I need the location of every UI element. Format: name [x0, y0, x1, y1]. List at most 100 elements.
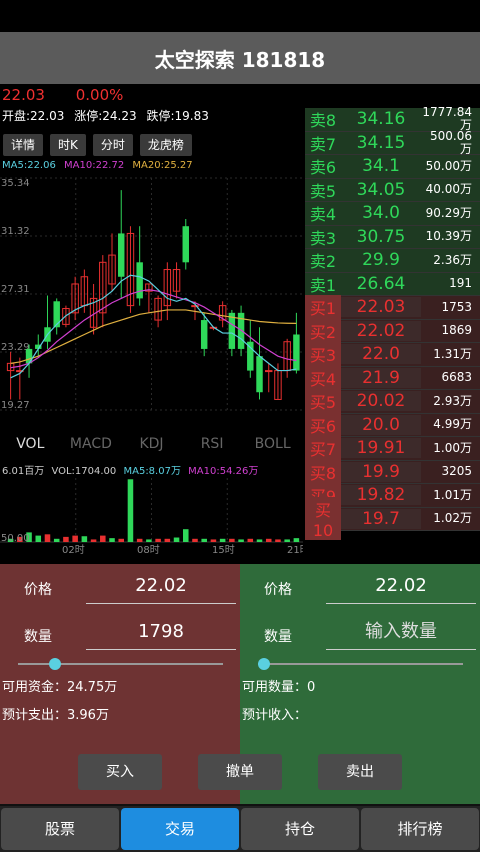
period-buttons: 详情 时K 分时 龙虎榜 — [3, 134, 192, 156]
sell-slider-knob[interactable] — [258, 658, 270, 670]
level-label: 买8 — [305, 459, 341, 484]
sell-slider-track[interactable] — [258, 663, 463, 665]
change-percent: 0.00% — [75, 86, 124, 104]
level-price: 22.0 — [341, 344, 421, 365]
bid-row[interactable]: 买8 19.9 3205 — [305, 459, 480, 484]
buy-qty-label: 数量 — [24, 629, 52, 645]
bid-row[interactable]: 买6 20.0 4.99万 — [305, 412, 480, 437]
level-label: 买7 — [305, 436, 341, 461]
buy-qty-field[interactable]: 1798 — [86, 614, 236, 650]
volume-bar — [293, 538, 300, 542]
candlestick-chart[interactable]: 35.34 31.32 27.31 23.29 19.27 — [0, 172, 303, 422]
level-label: 卖6 — [309, 158, 337, 178]
tab-vol[interactable]: VOL — [0, 436, 61, 452]
x-tick-label: 02时 — [62, 544, 85, 554]
level-volume: 3205 — [441, 464, 472, 479]
candle-body — [182, 226, 189, 263]
order-book: 卖8 34.16 1777.84万 卖7 34.15 500.06万 卖6 34.1 50.00… — [305, 106, 480, 560]
dragon-tiger-button[interactable]: 龙虎榜 — [139, 134, 192, 156]
candle-body — [53, 301, 60, 328]
candle-body — [25, 348, 33, 364]
bid-row[interactable]: 买7 19.91 1.00万 — [305, 436, 480, 461]
sell-price-field[interactable]: 22.02 — [326, 568, 476, 604]
indicator-tabs: VOL MACD KDJ RSI BOLL — [0, 436, 303, 452]
volume-bar — [90, 539, 97, 542]
level-volume: 1.01万 — [433, 487, 472, 502]
volume-bar — [183, 529, 189, 542]
estimated-income: 预计收入： — [242, 708, 308, 723]
ask-row[interactable]: 卖7 34.15 500.06万 — [305, 129, 480, 155]
ask-row[interactable]: 卖8 34.16 1777.84万 — [305, 106, 480, 132]
bid-row[interactable]: 买1 22.03 1753 — [305, 295, 480, 320]
level-label: 买10 — [305, 497, 341, 541]
y-tick-label: 31.32 — [1, 226, 30, 237]
ma10-label: MA10:22.72 — [64, 160, 125, 171]
tab-macd[interactable]: MACD — [61, 436, 122, 452]
tab-rsi[interactable]: RSI — [182, 436, 243, 452]
level-label: 卖1 — [309, 275, 337, 295]
ask-row[interactable]: 卖6 34.1 50.00万 — [305, 155, 480, 179]
ask-row[interactable]: 卖5 34.05 40.00万 — [305, 178, 480, 202]
sell-qty-label: 数量 — [264, 629, 292, 645]
y-tick-label: 35.34 — [1, 178, 30, 189]
tab-boll[interactable]: BOLL — [242, 436, 303, 452]
ask-row[interactable]: 卖1 26.64 191 — [305, 272, 480, 296]
volume-bar — [53, 538, 60, 542]
volume-bar — [210, 539, 217, 542]
volume-bar — [164, 538, 171, 542]
sell-qty-field[interactable]: 输入数量 — [326, 614, 476, 650]
nav-positions[interactable]: 持仓 — [241, 808, 359, 850]
level-label: 买5 — [305, 389, 341, 414]
volume-bar — [136, 538, 143, 542]
level-price: 29.9 — [362, 250, 400, 271]
level-price: 19.82 — [341, 485, 421, 506]
volume-bar — [229, 538, 235, 542]
ask-row[interactable]: 卖4 34.0 90.29万 — [305, 202, 480, 226]
level-label: 买3 — [305, 342, 341, 367]
bid-row[interactable]: 买5 20.02 2.93万 — [305, 389, 480, 414]
volume-bar — [127, 479, 134, 542]
level-price: 34.1 — [362, 156, 400, 177]
buy-slider-knob[interactable] — [48, 658, 61, 670]
ask-row[interactable]: 卖2 29.9 2.36万 — [305, 249, 480, 273]
volume-bar — [118, 538, 124, 542]
cancel-order-button[interactable]: 撤单 — [198, 754, 282, 790]
level-volume: 90.29万 — [425, 205, 472, 220]
level-label: 卖8 — [309, 111, 337, 131]
y-tick-label: 23.29 — [1, 342, 30, 353]
open-price: 开盘:22.03 — [2, 109, 65, 123]
volume-bar — [173, 537, 180, 542]
hour-k-button[interactable]: 时K — [50, 134, 86, 156]
details-button[interactable]: 详情 — [3, 134, 44, 156]
candle-body — [293, 334, 300, 371]
bid-row[interactable]: 买10 19.7 1.02万 — [305, 497, 480, 541]
level-label: 卖7 — [309, 134, 337, 154]
level-price: 34.16 — [356, 109, 406, 130]
nav-trade[interactable]: 交易 — [121, 808, 239, 850]
volume-bar — [275, 539, 281, 542]
level-price: 19.9 — [341, 461, 421, 482]
nav-ranking[interactable]: 排行榜 — [361, 808, 479, 850]
ask-row[interactable]: 卖3 30.75 10.39万 — [305, 225, 480, 249]
sell-button[interactable]: 卖出 — [318, 754, 402, 790]
bid-row[interactable]: 买4 21.9 6683 — [305, 365, 480, 390]
y-tick-label: 19.27 — [1, 400, 30, 411]
level-volume: 1.02万 — [433, 511, 472, 526]
x-tick-label: 21时 — [287, 544, 303, 554]
buy-price-field[interactable]: 22.02 — [86, 568, 236, 604]
estimated-expense: 预计支出：3.96万 — [2, 708, 109, 723]
volume-bar — [63, 536, 69, 542]
available-quantity: 可用数量：0 — [242, 680, 316, 695]
tab-kdj[interactable]: KDJ — [121, 436, 182, 452]
bid-row[interactable]: 买2 22.02 1869 — [305, 318, 480, 343]
limit-up: 涨停:24.23 — [74, 109, 137, 123]
level-volume: 10.39万 — [425, 229, 472, 244]
candle-body — [228, 312, 236, 349]
nav-stocks[interactable]: 股票 — [1, 808, 119, 850]
level-volume: 6683 — [441, 370, 472, 385]
intraday-button[interactable]: 分时 — [92, 134, 133, 156]
buy-button[interactable]: 买入 — [78, 754, 162, 790]
page-title: 太空探索 181818 — [0, 32, 480, 84]
bid-row[interactable]: 买3 22.0 1.31万 — [305, 342, 480, 367]
x-tick-label: 08时 — [137, 544, 160, 554]
